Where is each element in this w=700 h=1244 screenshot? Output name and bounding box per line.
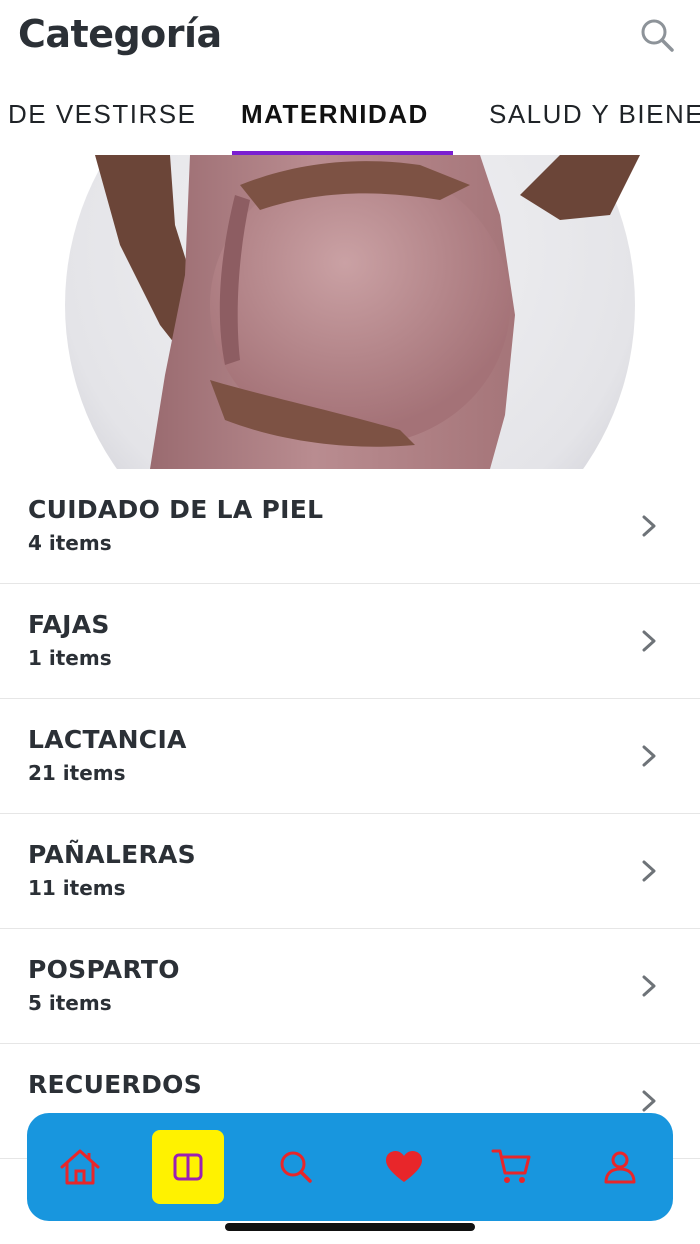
category-name: CUIDADO DE LA PIEL (28, 495, 324, 524)
category-tabs: DE VESTIRSE MATERNIDAD SALUD Y BIENE (0, 85, 700, 155)
home-icon (60, 1149, 100, 1185)
category-row-cuidado-de-la-piel[interactable]: CUIDADO DE LA PIEL 4 items (0, 469, 700, 584)
header-search-button[interactable] (636, 14, 678, 56)
category-name: LACTANCIA (28, 725, 187, 754)
search-icon (641, 19, 674, 52)
category-name: PAÑALERAS (28, 840, 196, 869)
nav-search[interactable] (260, 1130, 332, 1204)
category-list: CUIDADO DE LA PIEL 4 items FAJAS 1 items… (0, 469, 700, 1159)
app-header: Categoría (0, 0, 700, 75)
chevron-right-icon (642, 860, 656, 882)
category-name: RECUERDOS (28, 1070, 203, 1099)
chevron-right-icon (642, 515, 656, 537)
chevron-right-icon (642, 1090, 656, 1112)
category-name: POSPARTO (28, 955, 180, 984)
categories-icon (173, 1153, 203, 1181)
tab-maternidad[interactable]: MATERNIDAD (241, 99, 429, 130)
nav-home[interactable] (44, 1130, 116, 1204)
nav-profile[interactable] (584, 1130, 656, 1204)
tab-de-vestirse[interactable]: DE VESTIRSE (8, 99, 196, 130)
category-row-posparto[interactable]: POSPARTO 5 items (0, 929, 700, 1044)
chevron-right-icon (642, 745, 656, 767)
nav-cart[interactable] (476, 1130, 548, 1204)
category-count: 5 items (28, 991, 112, 1015)
user-icon (604, 1151, 636, 1184)
nav-favorites[interactable] (368, 1130, 440, 1204)
category-row-lactancia[interactable]: LACTANCIA 21 items (0, 699, 700, 814)
search-icon (280, 1151, 312, 1183)
category-name: FAJAS (28, 610, 110, 639)
category-row-fajas[interactable]: FAJAS 1 items (0, 584, 700, 699)
home-indicator (225, 1223, 475, 1231)
category-hero-image (0, 155, 700, 469)
category-row-panaleras[interactable]: PAÑALERAS 11 items (0, 814, 700, 929)
category-count: 11 items (28, 876, 126, 900)
chevron-right-icon (642, 975, 656, 997)
heart-icon (386, 1151, 422, 1182)
cart-icon (491, 1149, 531, 1183)
page-title: Categoría (18, 12, 222, 56)
tab-salud-y-bienestar[interactable]: SALUD Y BIENE (489, 99, 700, 130)
bottom-navigation (27, 1113, 673, 1221)
category-count: 1 items (28, 646, 112, 670)
nav-categories[interactable] (152, 1130, 224, 1204)
category-count: 21 items (28, 761, 126, 785)
category-count: 4 items (28, 531, 112, 555)
chevron-right-icon (642, 630, 656, 652)
